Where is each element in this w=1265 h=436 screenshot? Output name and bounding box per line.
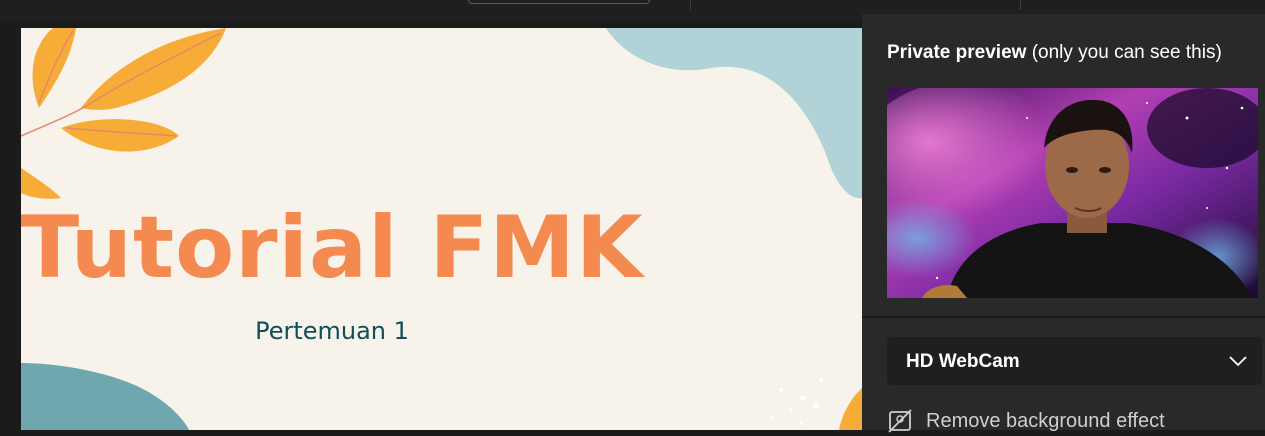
camera-select-dropdown[interactable]: HD WebCam <box>887 337 1262 385</box>
private-preview-note: (only you can see this) <box>1026 42 1222 63</box>
camera-preview-video <box>887 88 1258 298</box>
private-preview-label: Private preview <box>887 42 1027 63</box>
background-settings-panel: Private preview (only you can see this) <box>862 14 1265 433</box>
camera-select-value: HD WebCam <box>906 351 1020 372</box>
private-preview-section: Private preview (only you can see this) <box>862 14 1265 316</box>
panel-divider <box>862 316 1265 318</box>
chevron-down-icon <box>1229 356 1247 367</box>
camera-preview-image <box>887 88 1258 298</box>
top-toolbar-pill[interactable] <box>468 0 650 4</box>
slide-title: Tutorial FMK <box>21 198 644 298</box>
toolbar-divider <box>690 0 691 10</box>
slide-subtitle: Pertemuan 1 <box>255 317 409 345</box>
private-preview-heading: Private preview (only you can see this) <box>887 42 1222 64</box>
shared-content-stage: Tutorial FMK Pertemuan 1 <box>0 22 862 430</box>
presentation-slide: Tutorial FMK Pertemuan 1 <box>21 28 862 430</box>
toolbar-divider <box>1020 0 1021 10</box>
no-background-icon <box>888 409 912 433</box>
